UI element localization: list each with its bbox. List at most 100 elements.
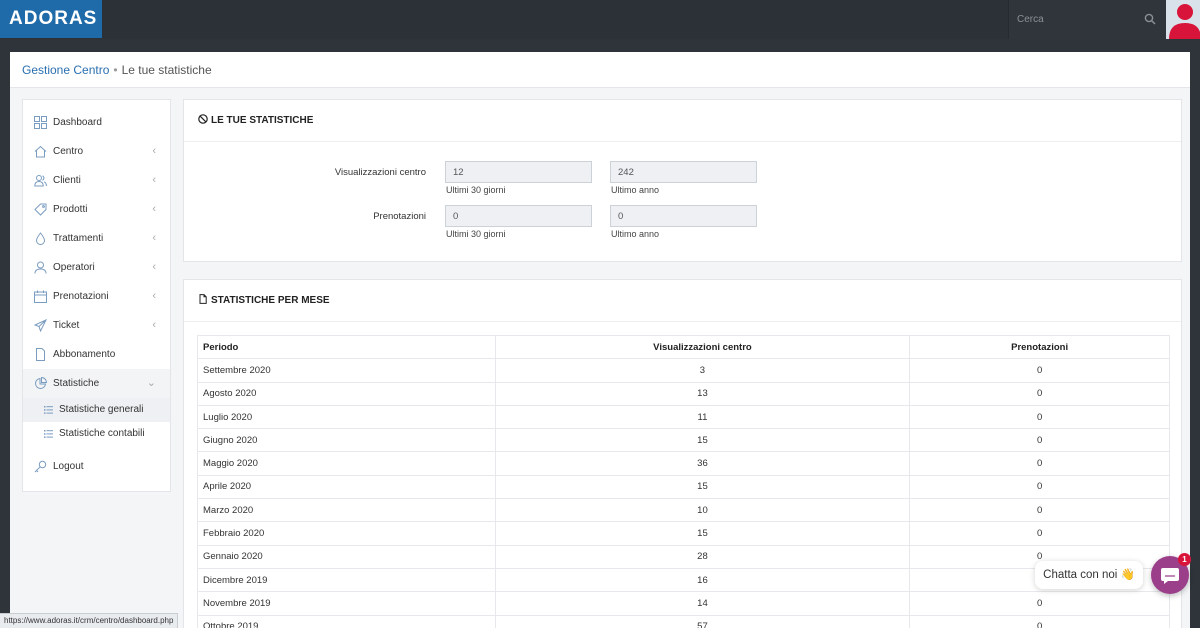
help-text-ultimo-anno: Ultimo anno bbox=[611, 229, 660, 239]
brand-logo[interactable]: ADORAS bbox=[0, 0, 102, 38]
chevron-left-icon: ‹ bbox=[152, 232, 156, 244]
prenotazioni-30-field[interactable] bbox=[445, 205, 592, 227]
table-row: Giugno 2020 15 0 bbox=[197, 428, 1170, 453]
table-row: Marzo 2020 10 0 bbox=[197, 498, 1170, 523]
chevron-left-icon: ‹ bbox=[152, 203, 156, 215]
dashboard-icon bbox=[34, 116, 47, 129]
column-header-prenotazioni[interactable]: Prenotazioni bbox=[909, 334, 1170, 360]
monthly-panel-header: STATISTICHE PER MESE bbox=[184, 280, 1181, 322]
sidebar-item-trattamenti[interactable]: Trattamenti ‹ bbox=[23, 224, 170, 253]
sidebar-item-clienti[interactable]: Clienti ‹ bbox=[23, 166, 170, 195]
paper-plane-icon bbox=[34, 319, 47, 332]
cell-visualizzazioni: 15 bbox=[494, 474, 911, 500]
visualizzazioni-30-field[interactable] bbox=[445, 161, 592, 183]
cell-visualizzazioni: 15 bbox=[494, 428, 911, 453]
breadcrumb: Gestione Centro • Le tue statistiche bbox=[10, 52, 1190, 88]
breadcrumb-current: Le tue statistiche bbox=[121, 63, 212, 77]
chevron-left-icon: ‹ bbox=[152, 174, 156, 186]
sidebar-item-label: Dashboard bbox=[53, 117, 102, 128]
sidebar-item-statistiche[interactable]: Statistiche ⌄ bbox=[23, 369, 170, 398]
cell-periodo: Settembre 2020 bbox=[197, 358, 496, 383]
list-icon bbox=[44, 406, 53, 414]
sidebar-item-operatori[interactable]: Operatori ‹ bbox=[23, 253, 170, 282]
help-text-ultimi-30: Ultimi 30 giorni bbox=[446, 229, 506, 239]
cell-periodo: Gennaio 2020 bbox=[197, 544, 496, 569]
table-row: Agosto 2020 13 0 bbox=[197, 381, 1170, 406]
monthly-stats-panel: STATISTICHE PER MESE Periodo Visualizzaz… bbox=[183, 279, 1182, 628]
cell-visualizzazioni: 13 bbox=[494, 381, 911, 406]
sidebar-item-label: Clienti bbox=[53, 175, 81, 186]
home-icon bbox=[34, 145, 47, 158]
top-bar: ADORAS bbox=[0, 0, 1200, 39]
search-box bbox=[1008, 0, 1166, 39]
pie-chart-icon bbox=[35, 377, 47, 389]
sidebar-subitem-label: Statistiche contabili bbox=[59, 428, 145, 439]
sidebar-item-prodotti[interactable]: Prodotti ‹ bbox=[23, 195, 170, 224]
sidebar: Dashboard Centro ‹ Clienti ‹ Prodotti ‹ … bbox=[22, 99, 171, 492]
sidebar-item-ticket[interactable]: Ticket ‹ bbox=[23, 311, 170, 340]
sidebar-item-dashboard[interactable]: Dashboard bbox=[23, 108, 170, 137]
tag-icon bbox=[34, 203, 47, 216]
key-icon bbox=[34, 460, 47, 473]
cell-prenotazioni: 0 bbox=[909, 451, 1170, 476]
sidebar-item-logout[interactable]: Logout bbox=[23, 452, 170, 481]
user-avatar[interactable] bbox=[1166, 0, 1200, 39]
cell-visualizzazioni: 28 bbox=[494, 544, 911, 569]
cell-periodo: Maggio 2020 bbox=[197, 451, 496, 476]
chevron-left-icon: ‹ bbox=[152, 261, 156, 273]
cell-visualizzazioni: 11 bbox=[494, 404, 911, 430]
cell-visualizzazioni: 10 bbox=[494, 498, 911, 523]
file-icon bbox=[199, 294, 207, 304]
table-row: Ottobre 2019 57 0 bbox=[197, 614, 1170, 628]
sidebar-item-abbonamento[interactable]: Abbonamento bbox=[23, 340, 170, 369]
user-icon bbox=[34, 261, 47, 274]
sidebar-subitem-statistiche-generali[interactable]: Statistiche generali bbox=[23, 398, 170, 422]
sidebar-item-prenotazioni[interactable]: Prenotazioni ‹ bbox=[23, 282, 170, 311]
search-icon[interactable] bbox=[1144, 13, 1156, 25]
cell-periodo: Agosto 2020 bbox=[197, 381, 496, 406]
cell-periodo: Luglio 2020 bbox=[197, 404, 496, 430]
chevron-left-icon: ‹ bbox=[152, 145, 156, 157]
sidebar-item-label: Centro bbox=[53, 146, 84, 157]
breadcrumb-separator: • bbox=[113, 63, 118, 77]
prenotazioni-label: Prenotazioni bbox=[373, 211, 426, 222]
search-input[interactable] bbox=[1009, 0, 1139, 39]
cell-periodo: Marzo 2020 bbox=[197, 498, 496, 523]
cell-visualizzazioni: 14 bbox=[494, 591, 911, 616]
cell-visualizzazioni: 16 bbox=[494, 567, 911, 593]
sidebar-item-label: Ticket bbox=[53, 320, 80, 331]
cell-prenotazioni: 0 bbox=[909, 404, 1170, 430]
cell-periodo: Febbraio 2020 bbox=[197, 521, 496, 546]
cell-periodo: Aprile 2020 bbox=[197, 474, 496, 500]
sidebar-item-label: Trattamenti bbox=[53, 233, 104, 244]
sidebar-subitem-statistiche-contabili[interactable]: Statistiche contabili bbox=[23, 422, 170, 446]
monthly-panel-title: STATISTICHE PER MESE bbox=[211, 295, 330, 306]
user-icon bbox=[1169, 4, 1200, 39]
cell-visualizzazioni: 36 bbox=[494, 451, 911, 476]
table-row: Aprile 2020 15 0 bbox=[197, 474, 1170, 500]
browser-status-bar: https://www.adoras.it/crm/centro/dashboa… bbox=[0, 613, 179, 628]
sidebar-item-label: Statistiche bbox=[53, 378, 100, 389]
cell-prenotazioni: 0 bbox=[909, 614, 1170, 628]
cell-prenotazioni: 0 bbox=[909, 428, 1170, 453]
ban-icon bbox=[198, 114, 208, 124]
table-row: Novembre 2019 14 0 bbox=[197, 591, 1170, 616]
cell-periodo: Novembre 2019 bbox=[197, 591, 496, 616]
table-row: Febbraio 2020 15 0 bbox=[197, 521, 1170, 546]
sidebar-item-label: Logout bbox=[53, 461, 84, 472]
cell-periodo: Ottobre 2019 bbox=[197, 614, 496, 628]
cell-prenotazioni: 0 bbox=[909, 474, 1170, 500]
chat-prompt-bubble[interactable]: Chatta con noi 👋 bbox=[1035, 561, 1143, 589]
column-header-visualizzazioni[interactable]: Visualizzazioni centro bbox=[494, 334, 911, 360]
breadcrumb-link-gestione-centro[interactable]: Gestione Centro bbox=[22, 63, 109, 77]
visualizzazioni-year-field[interactable] bbox=[610, 161, 757, 183]
monthly-stats-table: Periodo Visualizzazioni centro Prenotazi… bbox=[197, 334, 1170, 628]
cell-visualizzazioni: 3 bbox=[494, 358, 911, 383]
cell-periodo: Giugno 2020 bbox=[197, 428, 496, 453]
cell-prenotazioni: 0 bbox=[909, 498, 1170, 523]
sidebar-item-label: Operatori bbox=[53, 262, 95, 273]
sidebar-item-centro[interactable]: Centro ‹ bbox=[23, 137, 170, 166]
column-header-periodo[interactable]: Periodo bbox=[197, 334, 496, 360]
cell-visualizzazioni: 57 bbox=[494, 614, 911, 628]
prenotazioni-year-field[interactable] bbox=[610, 205, 757, 227]
